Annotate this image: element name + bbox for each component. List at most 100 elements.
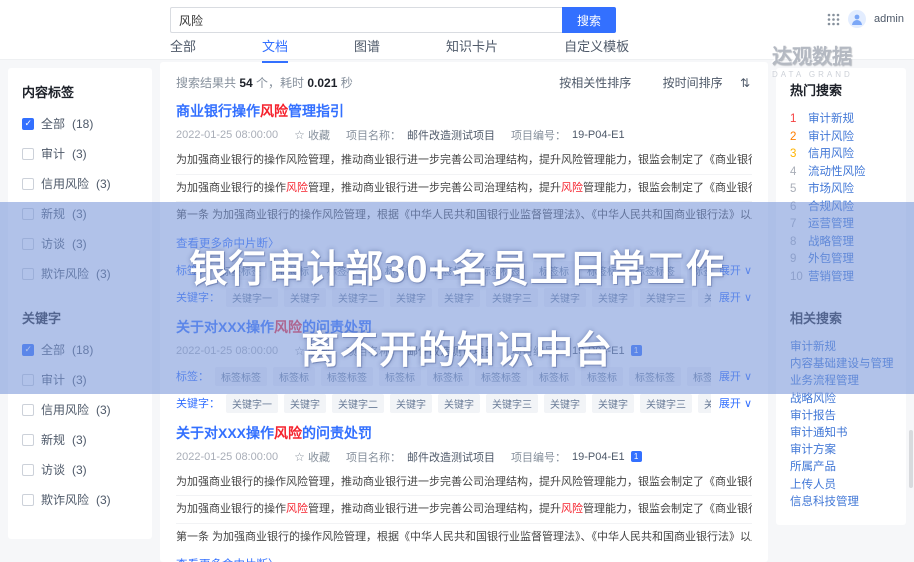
tag-pill[interactable]: 标签标签 xyxy=(629,261,681,280)
result-title[interactable]: 关于对XXX操作风险的问责处罚 xyxy=(176,423,752,443)
checkbox-icon[interactable] xyxy=(22,434,34,446)
checkbox-icon[interactable] xyxy=(22,494,34,506)
search-input[interactable] xyxy=(170,7,562,33)
related-search-item[interactable]: 信息科技管理 xyxy=(790,494,894,511)
tab[interactable]: 全部 xyxy=(170,36,196,63)
keyword-pill[interactable]: 关键字 xyxy=(544,394,586,413)
filter-item[interactable]: 审计 (3) xyxy=(22,371,140,388)
tag-pill[interactable]: 标签标 xyxy=(273,367,315,386)
hot-search-item[interactable]: 2 审计风险 xyxy=(790,129,894,147)
checkbox-checked-icon[interactable] xyxy=(22,118,34,130)
keyword-pill[interactable]: 关键字三 xyxy=(640,288,692,307)
tag-pill[interactable]: 标签标 xyxy=(273,261,315,280)
filter-item[interactable]: 访谈 (3) xyxy=(22,461,140,478)
checkbox-icon[interactable] xyxy=(22,268,34,280)
favorite-button[interactable]: ☆ 收藏 xyxy=(294,127,330,143)
favorite-button[interactable]: ☆ 收藏 xyxy=(294,343,330,359)
keyword-pill[interactable]: 关键字 xyxy=(698,394,711,413)
more-snippets-link[interactable]: 查看更多命中片断〉 xyxy=(176,235,280,251)
related-search-item[interactable]: 业务流程管理 xyxy=(790,373,894,390)
keyword-pill[interactable]: 关键字 xyxy=(390,394,432,413)
tag-pill[interactable]: 标签标签 xyxy=(475,367,527,386)
tab[interactable]: 图谱 xyxy=(354,36,380,63)
tag-pill[interactable]: 标签标 xyxy=(687,367,711,386)
hot-search-item[interactable]: 8 战略管理 xyxy=(790,234,894,252)
keyword-pill[interactable]: 关键字二 xyxy=(332,288,384,307)
filter-item[interactable]: 访谈 (3) xyxy=(22,235,140,252)
tag-pill[interactable]: 标签标 xyxy=(581,367,623,386)
user-avatar[interactable] xyxy=(848,10,866,28)
keyword-pill[interactable]: 关键字 xyxy=(592,394,634,413)
checkbox-icon[interactable] xyxy=(22,178,34,190)
expand-button[interactable]: 展开 ∨ xyxy=(719,262,752,278)
filter-item-all[interactable]: 全部 (18) xyxy=(22,341,140,358)
checkbox-icon[interactable] xyxy=(22,238,34,250)
related-search-item[interactable]: 审计通知书 xyxy=(790,425,894,442)
tag-pill[interactable]: 标签标 xyxy=(687,261,711,280)
hot-search-item[interactable]: 7 运营管理 xyxy=(790,216,894,234)
related-search-item[interactable]: 审计方案 xyxy=(790,442,894,459)
tab[interactable]: 自定义模板 xyxy=(564,36,629,63)
checkbox-icon[interactable] xyxy=(22,148,34,160)
tab[interactable]: 文档 xyxy=(262,36,288,63)
hot-search-item[interactable]: 9 外包管理 xyxy=(790,251,894,269)
keyword-pill[interactable]: 关键字 xyxy=(438,394,480,413)
tag-pill[interactable]: 标签标 xyxy=(379,261,421,280)
keyword-pill[interactable]: 关键字三 xyxy=(640,394,692,413)
related-search-item[interactable]: 战略风险 xyxy=(790,391,894,408)
hot-search-item[interactable]: 5 市场风险 xyxy=(790,181,894,199)
expand-button[interactable]: 展开 ∨ xyxy=(719,289,752,305)
keyword-pill[interactable]: 关键字二 xyxy=(332,394,384,413)
tag-pill[interactable]: 标签标签 xyxy=(215,367,267,386)
sort-by-time[interactable]: 按时间排序 ⇅ xyxy=(649,76,750,90)
hot-search-item[interactable]: 3 信用风险 xyxy=(790,146,894,164)
tag-pill[interactable]: 标签标签 xyxy=(475,261,527,280)
related-search-item[interactable]: 审计报告 xyxy=(790,408,894,425)
checkbox-icon[interactable] xyxy=(22,374,34,386)
related-search-item[interactable]: 上传人员 xyxy=(790,477,894,494)
attachment-count-badge[interactable]: 1 xyxy=(631,451,642,462)
tag-pill[interactable]: 标签标 xyxy=(427,261,469,280)
tag-pill[interactable]: 标签标签 xyxy=(215,261,267,280)
keyword-pill[interactable]: 关键字三 xyxy=(486,288,538,307)
filter-item-all[interactable]: 全部 (18) xyxy=(22,115,140,132)
keyword-pill[interactable]: 关键字 xyxy=(698,288,711,307)
filter-item[interactable]: 信用风险 (3) xyxy=(22,401,140,418)
attachment-count-badge[interactable]: 1 xyxy=(631,345,642,356)
keyword-pill[interactable]: 关键字三 xyxy=(486,394,538,413)
expand-button[interactable]: 展开 ∨ xyxy=(719,395,752,411)
filter-item[interactable]: 新规 (3) xyxy=(22,205,140,222)
keyword-pill[interactable]: 关键字 xyxy=(284,288,326,307)
hot-search-item[interactable]: 10 营销管理 xyxy=(790,269,894,287)
tag-pill[interactable]: 标签标签 xyxy=(629,367,681,386)
checkbox-checked-icon[interactable] xyxy=(22,344,34,356)
sort-by-relevance[interactable]: 按相关性排序 xyxy=(559,76,631,90)
tab[interactable]: 知识卡片 xyxy=(446,36,498,63)
app-grid-icon[interactable] xyxy=(827,13,840,26)
related-search-item[interactable]: 所属产品 xyxy=(790,459,894,476)
keyword-pill[interactable]: 关键字 xyxy=(390,288,432,307)
tag-pill[interactable]: 标签标签 xyxy=(321,367,373,386)
hot-search-item[interactable]: 6 合规风险 xyxy=(790,199,894,217)
tag-pill[interactable]: 标签标 xyxy=(581,261,623,280)
filter-item[interactable]: 新规 (3) xyxy=(22,431,140,448)
related-search-item[interactable]: 内容基础建设与管理 xyxy=(790,356,894,373)
filter-item[interactable]: 欺诈风险 (3) xyxy=(22,265,140,282)
filter-item[interactable]: 信用风险 (3) xyxy=(22,175,140,192)
search-button[interactable]: 搜索 xyxy=(562,7,616,33)
checkbox-icon[interactable] xyxy=(22,464,34,476)
keyword-pill[interactable]: 关键字 xyxy=(284,394,326,413)
result-title[interactable]: 关于对XXX操作风险的问责处罚 xyxy=(176,317,752,337)
keyword-pill[interactable]: 关键字 xyxy=(544,288,586,307)
favorite-button[interactable]: ☆ 收藏 xyxy=(294,449,330,465)
keyword-pill[interactable]: 关键字一 xyxy=(226,288,278,307)
keyword-pill[interactable]: 关键字一 xyxy=(226,394,278,413)
related-search-item[interactable]: 审计新规 xyxy=(790,339,894,356)
filter-item[interactable]: 欺诈风险 (3) xyxy=(22,491,140,508)
expand-button[interactable]: 展开 ∨ xyxy=(719,368,752,384)
hot-search-item[interactable]: 4 流动性风险 xyxy=(790,164,894,182)
hot-search-item[interactable]: 1 审计新规 xyxy=(790,111,894,129)
tag-pill[interactable]: 标签标签 xyxy=(321,261,373,280)
tag-pill[interactable]: 标签标 xyxy=(427,367,469,386)
keyword-pill[interactable]: 关键字 xyxy=(438,288,480,307)
